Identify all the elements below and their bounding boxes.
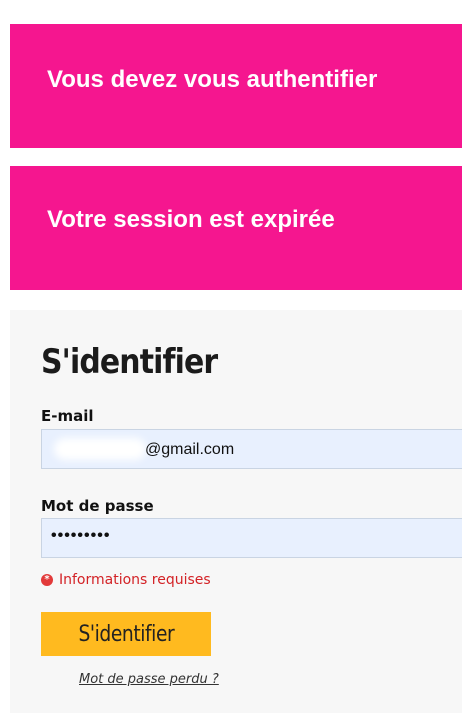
lost-password-link[interactable]: Mot de passe perdu ? — [79, 672, 219, 687]
email-label: E-mail — [41, 407, 94, 425]
email-value: @gmail.com — [145, 441, 235, 458]
auth-required-text: Vous devez vous authentifier — [47, 66, 378, 93]
login-submit-label: S'identifier — [78, 621, 174, 647]
password-label: Mot de passe — [41, 497, 154, 515]
required-info-message: * Informations requises — [41, 572, 211, 588]
auth-required-alert: Vous devez vous authentifier — [10, 24, 462, 148]
session-expired-text: Votre session est expirée — [47, 206, 335, 233]
login-panel: S'identifier E-mail @gmail.com Mot de pa… — [10, 310, 462, 713]
redacted-email-blur — [54, 438, 146, 460]
session-expired-alert: Votre session est expirée — [10, 166, 462, 290]
email-field[interactable]: @gmail.com — [41, 429, 462, 469]
login-title: S'identifier — [41, 342, 218, 382]
password-value: ••••••••• — [51, 527, 111, 544]
required-info-text: Informations requises — [59, 572, 211, 588]
asterisk-icon: * — [41, 574, 53, 586]
login-submit-button[interactable]: S'identifier — [41, 612, 211, 656]
password-field[interactable]: ••••••••• — [41, 518, 462, 558]
